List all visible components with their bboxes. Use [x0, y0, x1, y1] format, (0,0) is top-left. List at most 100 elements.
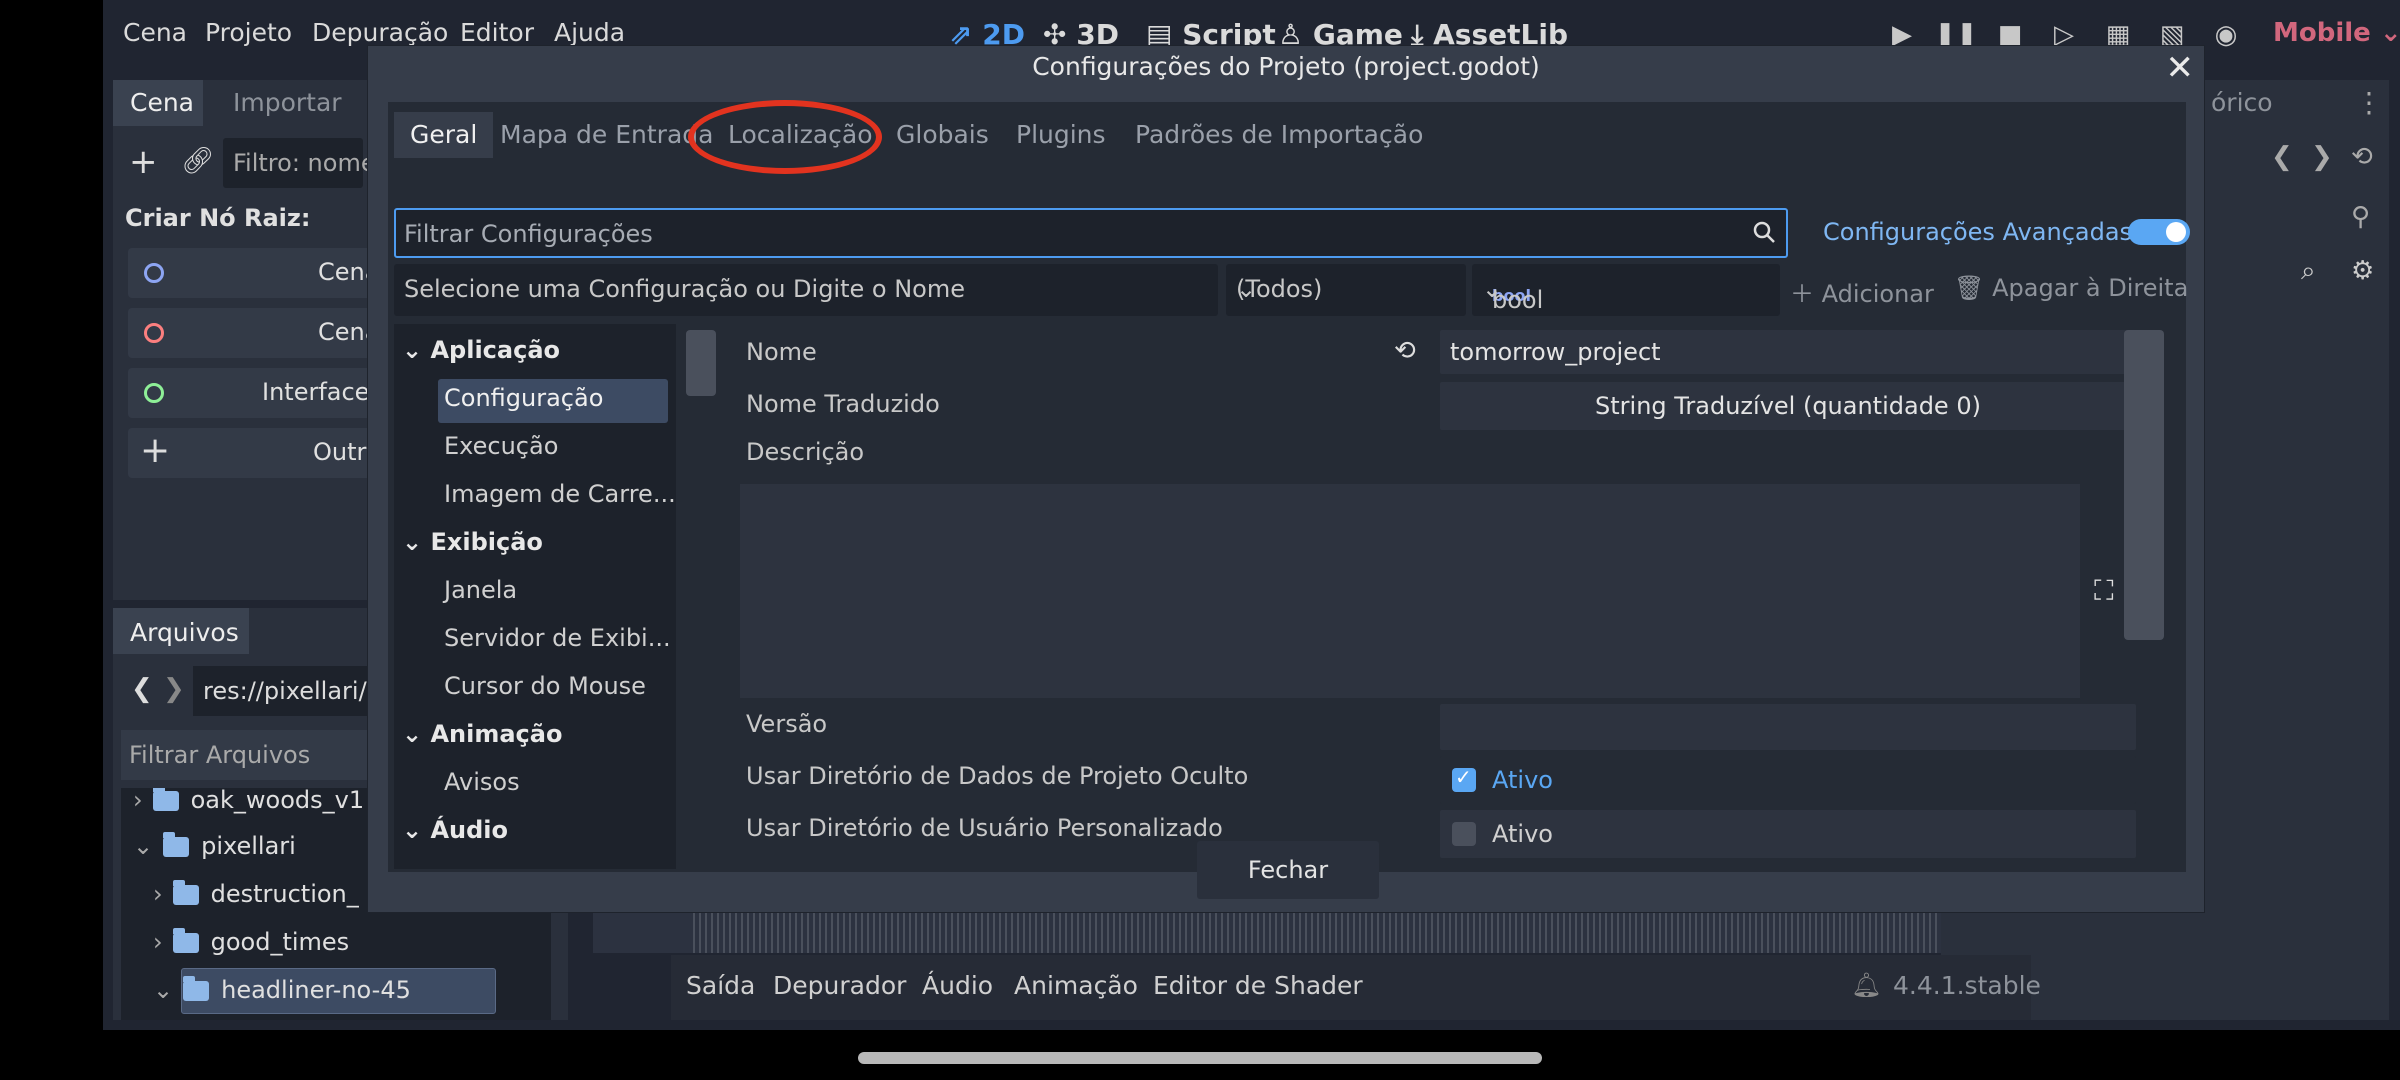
- tab-historico[interactable]: órico: [2211, 88, 2273, 117]
- chevron-down-icon: ⌄: [402, 816, 423, 844]
- settings-properties: Nome ⟲ tomorrow_project Nome Traduzido S…: [734, 324, 2174, 869]
- tab-mapa-entrada[interactable]: Mapa de Entrada: [500, 112, 713, 158]
- tab-geral[interactable]: Geral: [394, 112, 494, 158]
- tab-globais[interactable]: Globais: [896, 112, 989, 158]
- type-select[interactable]: bool bool ⌄: [1472, 264, 1780, 316]
- file-filter-input[interactable]: Filtrar Arquivos: [121, 730, 391, 780]
- tab-plugins[interactable]: Plugins: [1016, 112, 1106, 158]
- tree-section-audio[interactable]: ⌄ Áudio: [402, 816, 508, 844]
- scene-filter-input[interactable]: Filtro: nome: [223, 138, 376, 188]
- tab-padroes-importacao[interactable]: Padrões de Importação: [1135, 112, 1423, 158]
- object-icon[interactable]: ⚲: [2351, 202, 2370, 232]
- advanced-settings-toggle[interactable]: [2128, 219, 2190, 245]
- forward-icon[interactable]: ❯: [163, 674, 185, 704]
- list-item[interactable]: ⌄ headliner-no-45: [153, 976, 411, 1004]
- tree-section-animacao[interactable]: ⌄ Animação: [402, 720, 562, 748]
- link-icon[interactable]: 🔗︎: [181, 146, 214, 176]
- ruler: [693, 913, 2003, 953]
- root-2d-scene-button[interactable]: Cena: [128, 248, 379, 298]
- tree-section-aplicacao[interactable]: ⌄ Aplicação: [402, 336, 560, 364]
- prop-label-hidden-dir: Usar Diretório de Dados de Projeto Ocult…: [746, 762, 1249, 790]
- list-item[interactable]: ⌄ pixellari: [133, 832, 296, 860]
- add-node-icon[interactable]: +: [129, 142, 158, 182]
- properties-scrollbar[interactable]: [2124, 330, 2164, 640]
- list-item[interactable]: › good_times: [153, 928, 349, 956]
- list-item[interactable]: › oak_woods_v1: [133, 788, 364, 814]
- tab-animacao[interactable]: Animação: [1014, 971, 1138, 1000]
- tab-editor-shader[interactable]: Editor de Shader: [1153, 971, 1363, 1000]
- left-black-bar: [0, 0, 103, 1080]
- description-textarea[interactable]: [740, 484, 2080, 698]
- tune-icon[interactable]: ⚙: [2351, 256, 2374, 286]
- setting-name-input[interactable]: Selecione uma Configuração ou Digite o N…: [394, 264, 1218, 316]
- history-icon[interactable]: ⟲: [2351, 142, 2373, 172]
- folder-icon: [172, 928, 199, 953]
- dots-icon[interactable]: ⋮: [2355, 86, 2383, 119]
- type-filter-select[interactable]: (Todos) ⌄: [1226, 264, 1466, 316]
- close-icon[interactable]: ✕: [2166, 48, 2195, 88]
- prop-label-nome: Nome: [746, 338, 817, 366]
- revert-icon[interactable]: ⟲: [1394, 336, 1416, 366]
- folder-icon: [183, 976, 210, 1001]
- movie-maker-icon[interactable]: ◉: [2205, 14, 2247, 56]
- translated-name-button[interactable]: String Traduzível (quantidade 0): [1440, 382, 2136, 430]
- node3d-icon: [144, 323, 164, 343]
- path-input[interactable]: res://pixellari/h: [193, 666, 383, 716]
- expand-icon[interactable]: ⛶: [2094, 574, 2114, 608]
- tab-importar[interactable]: Importar: [233, 88, 342, 117]
- create-root-label: Criar Nó Raiz:: [125, 204, 311, 232]
- settings-filter-input[interactable]: Filtrar Configurações: [394, 208, 1788, 258]
- tab-depurador[interactable]: Depurador: [773, 971, 906, 1000]
- dialog-title: Configurações do Projeto (project.godot): [1032, 52, 1540, 81]
- back-icon[interactable]: ❮: [2271, 142, 2293, 172]
- scrollbar-thumb[interactable]: [686, 330, 716, 396]
- back-icon[interactable]: ❮: [131, 674, 153, 704]
- root-other-button[interactable]: + Outro: [128, 428, 381, 478]
- plus-icon: ＋: [1790, 280, 1814, 308]
- chevron-down-icon: ⌄: [402, 336, 423, 364]
- search-icon[interactable]: ⌕: [2301, 256, 2316, 287]
- list-item[interactable]: › destruction_: [153, 880, 359, 908]
- tree-item-janela[interactable]: Janela: [444, 576, 517, 604]
- tree-item-configuracao[interactable]: Configuração: [444, 384, 603, 412]
- close-button[interactable]: Fechar: [1197, 841, 1379, 899]
- tree-item-execucao[interactable]: Execução: [444, 432, 558, 460]
- menu-ajuda[interactable]: Ajuda: [554, 18, 625, 47]
- menu-projeto[interactable]: Projeto: [205, 18, 292, 47]
- add-button[interactable]: ＋ Adicionar: [1790, 274, 1934, 309]
- prop-label-custom-dir: Usar Diretório de Usuário Personalizado: [746, 814, 1223, 842]
- home-indicator[interactable]: [858, 1052, 1542, 1064]
- custom-dir-checkbox[interactable]: [1452, 822, 1476, 846]
- tree-item-servidor-exibicao[interactable]: Servidor de Exibi...: [444, 624, 671, 652]
- tab-audio[interactable]: Áudio: [922, 971, 993, 1000]
- tree-item-cursor-mouse[interactable]: Cursor do Mouse: [444, 672, 646, 700]
- timeline-strip: [593, 913, 2033, 953]
- tree-item-avisos[interactable]: Avisos: [444, 768, 520, 796]
- project-name-input[interactable]: tomorrow_project: [1440, 330, 2136, 374]
- hidden-dir-checkbox[interactable]: ✓: [1452, 765, 1476, 792]
- bell-icon[interactable]: 🔔︎: [1851, 971, 1881, 999]
- renderer-select[interactable]: Mobile ⌄: [2273, 18, 2400, 48]
- tab-cena[interactable]: Cena: [130, 88, 194, 117]
- chevron-down-icon: ⌄: [153, 976, 174, 1004]
- node2d-icon: [144, 263, 164, 283]
- tree-scrollbar[interactable]: [678, 324, 724, 869]
- forward-icon[interactable]: ❯: [2311, 142, 2333, 172]
- tab-arquivos[interactable]: Arquivos: [130, 618, 239, 647]
- delete-button[interactable]: 🗑︎ Apagar à Direita: [1954, 274, 2188, 302]
- folder-icon: [163, 832, 190, 857]
- chevron-right-icon: ›: [153, 880, 163, 908]
- menu-depuracao[interactable]: Depuração: [312, 18, 448, 47]
- version-input[interactable]: [1440, 704, 2136, 750]
- menu-editor[interactable]: Editor: [460, 18, 534, 47]
- root-ui-button[interactable]: Interface de: [128, 368, 407, 418]
- tab-saida[interactable]: Saída: [686, 971, 755, 1000]
- bottom-panel: Saída Depurador Áudio Animação Editor de…: [671, 955, 2041, 1020]
- menu-cena[interactable]: Cena: [123, 18, 187, 47]
- tree-section-exibicao[interactable]: ⌄ Exibição: [402, 528, 543, 556]
- root-3d-scene-button[interactable]: Cena: [128, 308, 379, 358]
- tree-item-imagem-carregamento[interactable]: Imagem de Carre...: [444, 480, 676, 508]
- chevron-right-icon: ›: [133, 788, 143, 814]
- chevron-down-icon: ⌄: [2379, 18, 2400, 48]
- control-icon: [144, 383, 164, 403]
